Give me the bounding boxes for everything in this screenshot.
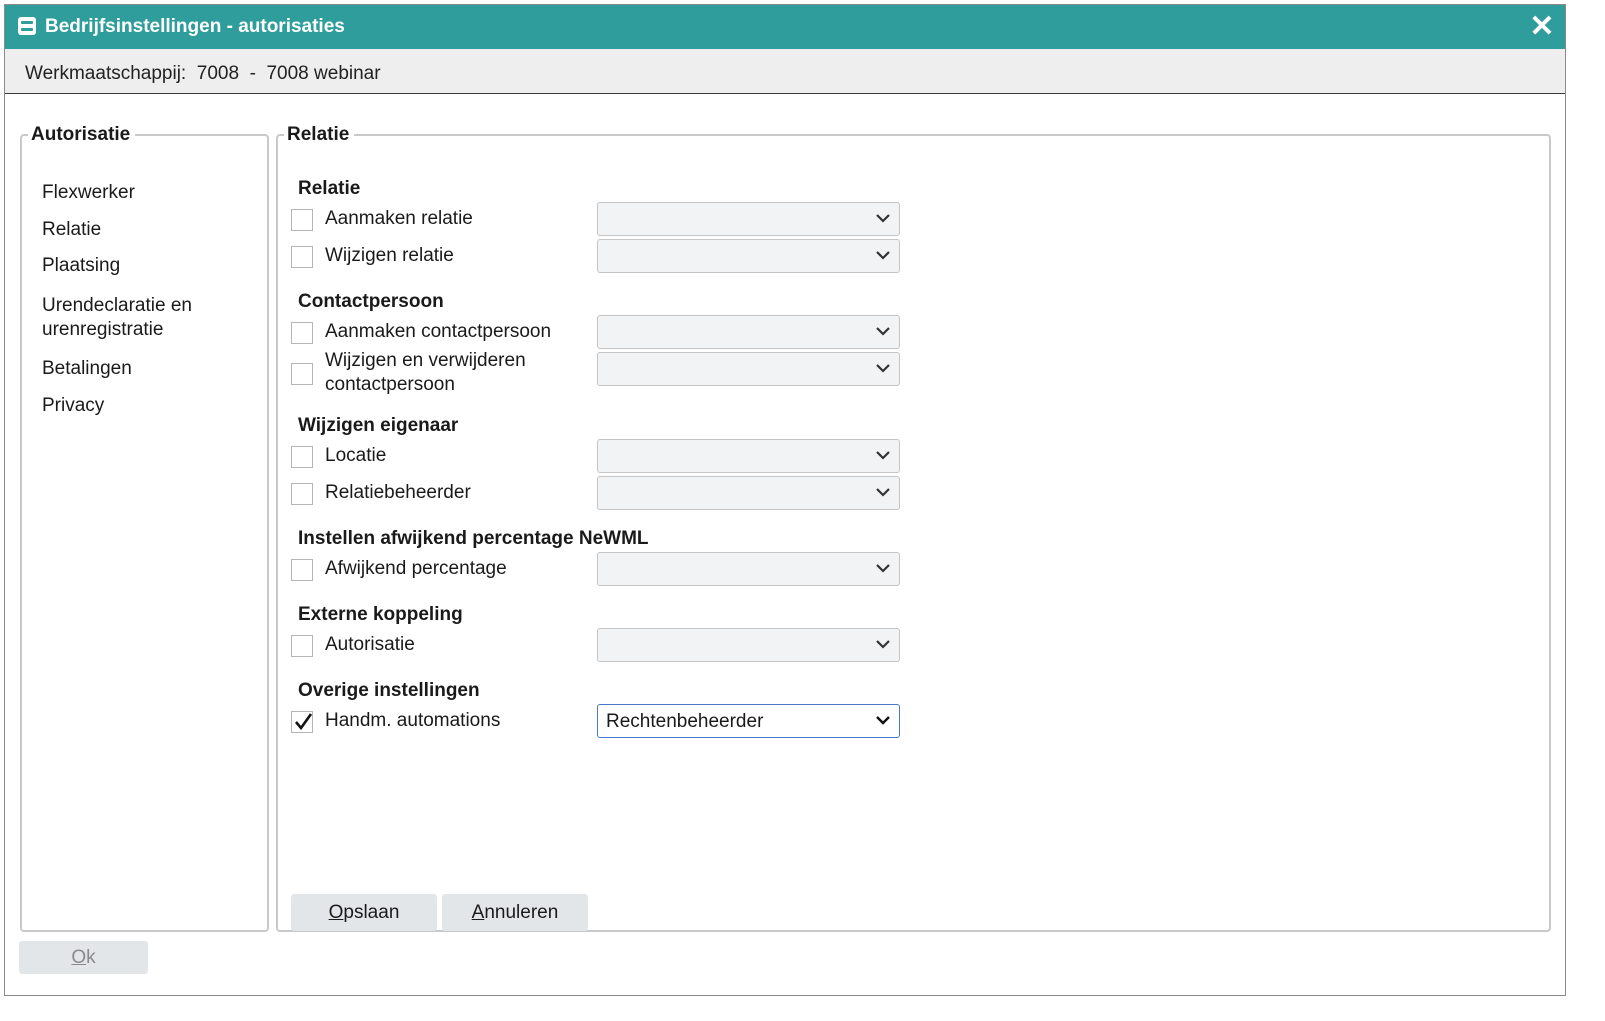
handm-automations-checkbox[interactable] — [291, 711, 313, 733]
chevron-down-icon — [876, 716, 890, 725]
locatie-checkbox[interactable] — [291, 446, 313, 468]
row-label: Locatie — [325, 445, 387, 466]
wijzigen-verwijderen-contactpersoon-checkbox[interactable] — [291, 363, 313, 385]
nav-item-plaatsing[interactable]: Plaatsing — [42, 254, 120, 278]
section-title-afwijkend-percentage: Instellen afwijkend percentage NeWML — [298, 528, 649, 549]
autorisatie-checkbox[interactable] — [291, 635, 313, 657]
company-bar: Werkmaatschappij: 7008 - 7008 webinar — [5, 49, 1565, 94]
nav-item-privacy[interactable]: Privacy — [42, 394, 104, 418]
permission-row: Wijzigen en verwijderen contactpersoon — [291, 349, 901, 399]
wijzigen-relatie-checkbox[interactable] — [291, 246, 313, 268]
nav-item-betalingen[interactable]: Betalingen — [42, 357, 132, 381]
row-label: Autorisatie — [325, 634, 415, 655]
row-label: Wijzigen relatie — [325, 245, 454, 266]
button-label: k — [86, 947, 96, 968]
afwijkend-percentage-checkbox[interactable] — [291, 559, 313, 581]
title-bar: Bedrijfsinstellingen - autorisaties ✕ — [5, 5, 1565, 49]
relatie-legend: Relatie — [287, 124, 350, 145]
company-label: Werkmaatschappij: 7008 - 7008 webinar — [25, 63, 381, 84]
afwijkend-percentage-select[interactable] — [597, 552, 900, 586]
chevron-down-icon — [876, 214, 890, 223]
save-button[interactable]: Opslaan — [291, 894, 437, 931]
row-label: Afwijkend percentage — [325, 558, 507, 579]
chevron-down-icon — [876, 364, 890, 373]
wijzigen-relatie-select[interactable] — [597, 239, 900, 273]
aanmaken-relatie-checkbox[interactable] — [291, 209, 313, 231]
aanmaken-contactpersoon-select[interactable] — [597, 315, 900, 349]
ok-button[interactable]: Ok — [19, 941, 148, 974]
handm-automations-select[interactable]: Rechtenbeheerder — [597, 704, 900, 738]
row-label: Wijzigen en verwijderen contactpersoon — [325, 350, 526, 395]
autorisatie-select[interactable] — [597, 628, 900, 662]
close-icon[interactable]: ✕ — [1527, 12, 1557, 42]
permission-row: Relatiebeheerder — [291, 473, 901, 513]
nav-item-relatie[interactable]: Relatie — [42, 218, 101, 242]
settings-dialog: Bedrijfsinstellingen - autorisaties ✕ We… — [4, 4, 1566, 996]
chevron-down-icon — [876, 327, 890, 336]
permission-row: Autorisatie — [291, 625, 901, 665]
chevron-down-icon — [876, 451, 890, 460]
accel-key: A — [471, 902, 485, 923]
row-label: Handm. automations — [325, 710, 501, 731]
wijzigen-verwijderen-contactpersoon-select[interactable] — [597, 352, 900, 386]
chevron-down-icon — [876, 640, 890, 649]
section-title-contactpersoon: Contactpersoon — [298, 291, 444, 312]
section-title-relatie: Relatie — [298, 178, 361, 199]
row-label: Aanmaken relatie — [325, 208, 473, 229]
permission-row: Locatie — [291, 436, 901, 476]
button-label: pslaan — [343, 902, 400, 923]
settings-icon — [18, 17, 36, 35]
permission-row: Afwijkend percentage — [291, 549, 901, 589]
checkmark-icon — [295, 713, 313, 731]
relatiebeheerder-checkbox[interactable] — [291, 483, 313, 505]
autorisatie-legend: Autorisatie — [31, 124, 131, 145]
section-title-overige-instellingen: Overige instellingen — [298, 680, 480, 701]
permission-row: Aanmaken contactpersoon — [291, 312, 901, 352]
nav-item-flexwerker[interactable]: Flexwerker — [42, 181, 135, 205]
permission-row: Wijzigen relatie — [291, 236, 901, 276]
permission-row: Handm. automations Rechtenbeheerder — [291, 701, 901, 741]
accel-key: O — [71, 947, 87, 968]
select-value: Rechtenbeheerder — [606, 711, 764, 732]
accel-key: O — [328, 902, 344, 923]
locatie-select[interactable] — [597, 439, 900, 473]
section-title-wijzigen-eigenaar: Wijzigen eigenaar — [298, 415, 459, 436]
permission-row: Aanmaken relatie — [291, 199, 901, 239]
chevron-down-icon — [876, 564, 890, 573]
dialog-title: Bedrijfsinstellingen - autorisaties — [45, 16, 345, 37]
relatie-panel: Relatie Relatie Aanmaken relatie Wijzige… — [276, 124, 1551, 932]
button-label: nnuleren — [484, 902, 559, 923]
row-label: Aanmaken contactpersoon — [325, 321, 552, 342]
aanmaken-contactpersoon-checkbox[interactable] — [291, 322, 313, 344]
nav-item-urendeclaratie[interactable]: Urendeclaratie en urenregistratie — [42, 294, 232, 342]
section-title-externe-koppeling: Externe koppeling — [298, 604, 463, 625]
chevron-down-icon — [876, 488, 890, 497]
chevron-down-icon — [876, 251, 890, 260]
row-label: Relatiebeheerder — [325, 482, 471, 503]
cancel-button[interactable]: Annuleren — [442, 894, 588, 931]
aanmaken-relatie-select[interactable] — [597, 202, 900, 236]
relatiebeheerder-select[interactable] — [597, 476, 900, 510]
autorisatie-panel: Autorisatie Flexwerker Relatie Plaatsing… — [20, 124, 269, 932]
